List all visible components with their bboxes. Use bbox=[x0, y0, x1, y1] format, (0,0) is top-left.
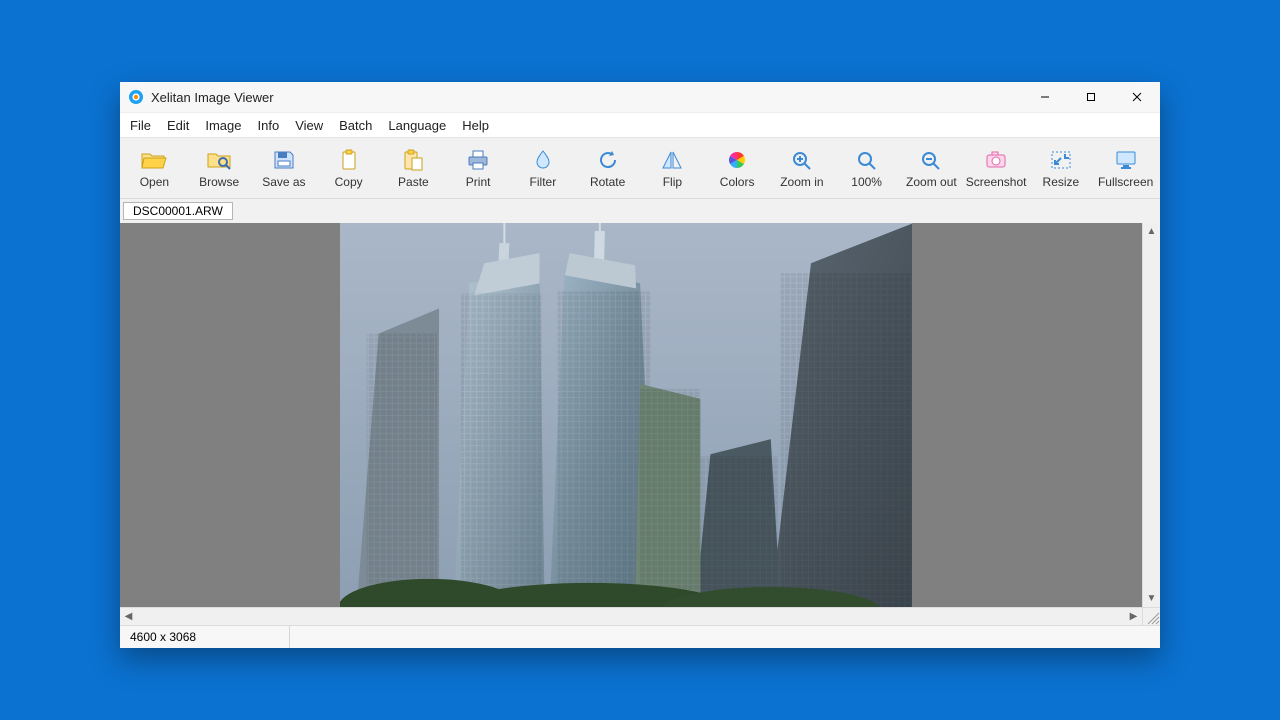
rotate-icon bbox=[594, 148, 622, 172]
vertical-scrollbar[interactable]: ▲ ▼ bbox=[1142, 223, 1160, 607]
app-window: Xelitan Image Viewer File Edit Image Inf… bbox=[120, 82, 1160, 648]
resize-grip[interactable] bbox=[1142, 607, 1160, 625]
toolbar-label: Colors bbox=[720, 175, 755, 189]
toolbar-label: 100% bbox=[851, 175, 882, 189]
file-tab[interactable]: DSC00001.ARW bbox=[123, 202, 233, 220]
colors-button[interactable]: Colors bbox=[705, 138, 770, 198]
menu-image[interactable]: Image bbox=[197, 113, 249, 137]
menu-batch[interactable]: Batch bbox=[331, 113, 380, 137]
title-bar: Xelitan Image Viewer bbox=[120, 82, 1160, 113]
print-icon bbox=[464, 148, 492, 172]
flip-icon bbox=[658, 148, 686, 172]
scroll-left-arrow-icon[interactable]: ◀ bbox=[120, 608, 137, 625]
toolbar-label: Print bbox=[466, 175, 491, 189]
zoom-out-button[interactable]: Zoom out bbox=[899, 138, 964, 198]
copy-button[interactable]: Copy bbox=[316, 138, 381, 198]
resize-button[interactable]: Resize bbox=[1029, 138, 1094, 198]
scroll-down-arrow-icon[interactable]: ▼ bbox=[1143, 590, 1160, 607]
menu-help[interactable]: Help bbox=[454, 113, 497, 137]
status-bar: 4600 x 3068 bbox=[120, 625, 1160, 648]
menu-view[interactable]: View bbox=[287, 113, 331, 137]
camera-icon bbox=[982, 148, 1010, 172]
folder-open-icon bbox=[140, 148, 168, 172]
maximize-button[interactable] bbox=[1068, 82, 1114, 112]
paste-icon bbox=[399, 148, 427, 172]
toolbar-label: Filter bbox=[530, 175, 557, 189]
toolbar-label: Paste bbox=[398, 175, 429, 189]
scroll-v-track[interactable] bbox=[1143, 240, 1160, 590]
toolbar: Open Browse Save as Copy bbox=[120, 138, 1160, 199]
scroll-h-track[interactable] bbox=[137, 608, 1125, 625]
filter-button[interactable]: Filter bbox=[511, 138, 576, 198]
tab-strip: DSC00001.ARW bbox=[120, 199, 1160, 223]
status-dimensions: 4600 x 3068 bbox=[120, 626, 290, 648]
client-area: ▲ ▼ bbox=[120, 223, 1160, 607]
print-button[interactable]: Print bbox=[446, 138, 511, 198]
rotate-button[interactable]: Rotate bbox=[575, 138, 640, 198]
image-viewport[interactable] bbox=[120, 223, 1142, 607]
toolbar-label: Zoom out bbox=[906, 175, 957, 189]
flip-button[interactable]: Flip bbox=[640, 138, 705, 198]
displayed-image bbox=[340, 223, 912, 607]
toolbar-label: Save as bbox=[262, 175, 305, 189]
toolbar-label: Zoom in bbox=[780, 175, 823, 189]
zoom-100-button[interactable]: 100% bbox=[834, 138, 899, 198]
toolbar-label: Rotate bbox=[590, 175, 625, 189]
zoom-in-icon bbox=[788, 148, 816, 172]
save-as-button[interactable]: Save as bbox=[252, 138, 317, 198]
zoom-100-icon bbox=[853, 148, 881, 172]
screenshot-button[interactable]: Screenshot bbox=[964, 138, 1029, 198]
menu-language[interactable]: Language bbox=[380, 113, 454, 137]
folder-search-icon bbox=[205, 148, 233, 172]
save-icon bbox=[270, 148, 298, 172]
toolbar-label: Copy bbox=[335, 175, 363, 189]
menu-info[interactable]: Info bbox=[250, 113, 288, 137]
toolbar-label: Browse bbox=[199, 175, 239, 189]
monitor-icon bbox=[1112, 148, 1140, 172]
menu-edit[interactable]: Edit bbox=[159, 113, 197, 137]
resize-icon bbox=[1047, 148, 1075, 172]
app-icon bbox=[128, 89, 144, 105]
zoom-in-button[interactable]: Zoom in bbox=[770, 138, 835, 198]
toolbar-label: Open bbox=[140, 175, 169, 189]
horizontal-scrollbar[interactable]: ◀ ▶ bbox=[120, 607, 1142, 625]
toolbar-label: Resize bbox=[1043, 175, 1080, 189]
browse-button[interactable]: Browse bbox=[187, 138, 252, 198]
color-wheel-icon bbox=[723, 148, 751, 172]
zoom-out-icon bbox=[917, 148, 945, 172]
open-button[interactable]: Open bbox=[122, 138, 187, 198]
droplet-icon bbox=[529, 148, 557, 172]
fullscreen-button[interactable]: Fullscreen bbox=[1093, 138, 1158, 198]
minimize-button[interactable] bbox=[1022, 82, 1068, 112]
menu-bar: File Edit Image Info View Batch Language… bbox=[120, 113, 1160, 138]
close-button[interactable] bbox=[1114, 82, 1160, 112]
menu-file[interactable]: File bbox=[122, 113, 159, 137]
toolbar-label: Flip bbox=[663, 175, 682, 189]
window-title: Xelitan Image Viewer bbox=[151, 90, 274, 105]
clipboard-icon bbox=[335, 148, 363, 172]
paste-button[interactable]: Paste bbox=[381, 138, 446, 198]
scroll-right-arrow-icon[interactable]: ▶ bbox=[1125, 608, 1142, 625]
toolbar-label: Fullscreen bbox=[1098, 175, 1153, 189]
scroll-up-arrow-icon[interactable]: ▲ bbox=[1143, 223, 1160, 240]
toolbar-label: Screenshot bbox=[966, 175, 1027, 189]
